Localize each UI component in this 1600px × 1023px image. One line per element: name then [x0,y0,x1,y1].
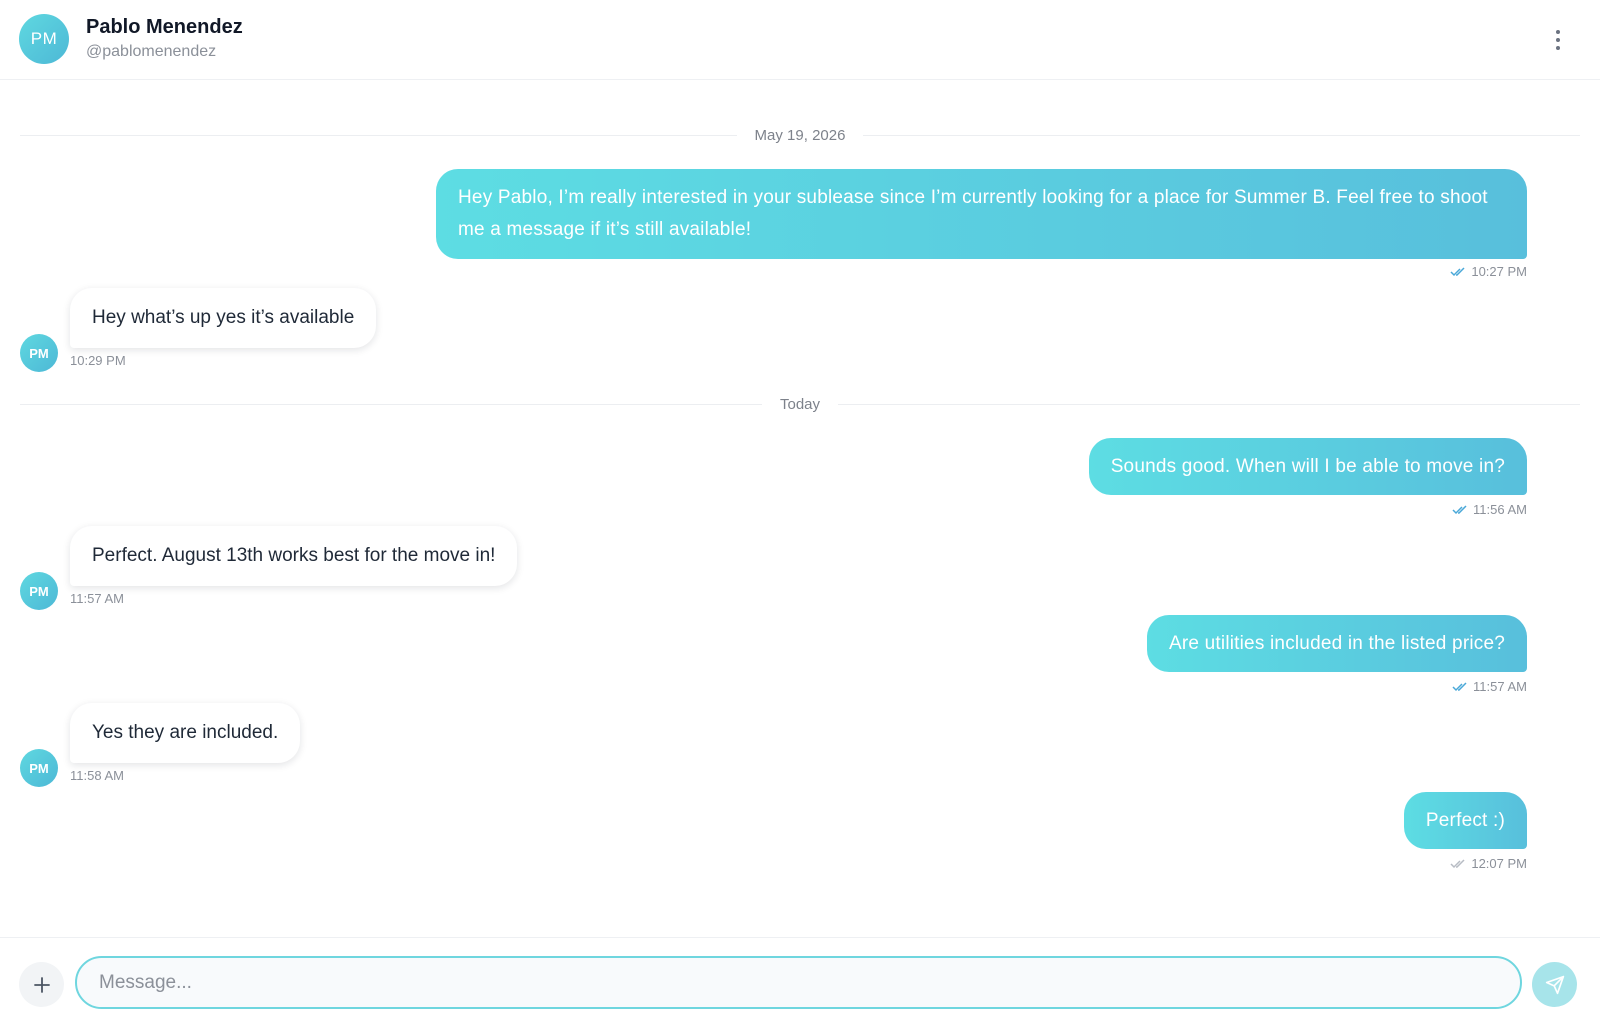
date-divider: May 19, 2026 [20,125,1580,145]
outgoing-message-bubble[interactable]: Are utilities included in the listed pri… [1147,615,1527,672]
incoming-message-bubble[interactable]: Yes they are included. [70,703,301,763]
message-list[interactable]: May 19, 2026 Hey Pablo, I’m really inter… [0,80,1600,938]
send-button[interactable] [1532,962,1577,1007]
incoming-message-bubble[interactable]: Hey what’s up yes it’s available [70,288,377,348]
attach-button[interactable] [19,962,64,1007]
message-text: Are utilities included in the listed pri… [1169,633,1505,654]
chat-header: PM Pablo Menendez @pablomenendez [0,0,1600,80]
message-text: Yes they are included. [92,722,279,743]
contact-avatar-small[interactable]: PM [20,334,58,372]
message-time: 11:57 AM [70,591,124,606]
contact-avatar[interactable]: PM [19,14,69,64]
message-meta: 12:07 PM [1450,856,1527,871]
message-meta: 10:27 PM [1450,264,1527,279]
message-time: 11:56 AM [1473,502,1527,517]
message-meta: 11:56 AM [1452,502,1527,517]
message-time: 10:29 PM [70,353,126,368]
read-receipt-icon [1452,681,1467,691]
more-options-icon[interactable] [1548,26,1568,54]
outgoing-message-bubble[interactable]: Hey Pablo, I’m really interested in your… [436,169,1527,259]
date-divider: Today [20,394,1580,414]
message-text: Perfect :) [1425,810,1505,831]
plus-icon [33,976,50,993]
date-divider-label: Today [779,395,821,413]
message-meta: 11:57 AM [1452,679,1527,694]
contact-avatar-small[interactable]: PM [20,749,58,787]
message-time: 11:58 AM [70,768,124,783]
delivered-receipt-icon [1450,858,1465,868]
message-text: Hey Pablo, I’m really interested in your… [458,187,1488,240]
outgoing-message-bubble[interactable]: Perfect :) [1403,792,1527,849]
message-time: 12:07 PM [1471,856,1527,871]
date-divider-label: May 19, 2026 [754,126,846,144]
contact-avatar-small[interactable]: PM [20,572,58,610]
message-text: Hey what’s up yes it’s available [92,307,355,328]
message-composer [0,937,1600,1023]
message-time: 10:27 PM [1471,264,1527,279]
send-icon [1545,975,1564,994]
contact-name[interactable]: Pablo Menendez [86,16,243,39]
contact-handle: @pablomenendez [86,43,217,60]
outgoing-message-bubble[interactable]: Sounds good. When will I be able to move… [1088,438,1527,495]
incoming-message-bubble[interactable]: Perfect. August 13th works best for the … [70,526,518,586]
read-receipt-icon [1452,504,1467,514]
message-text: Perfect. August 13th works best for the … [92,545,496,566]
message-text: Sounds good. When will I be able to move… [1110,456,1505,477]
read-receipt-icon [1450,266,1465,276]
message-input[interactable] [75,956,1522,1009]
message-time: 11:57 AM [1473,679,1527,694]
